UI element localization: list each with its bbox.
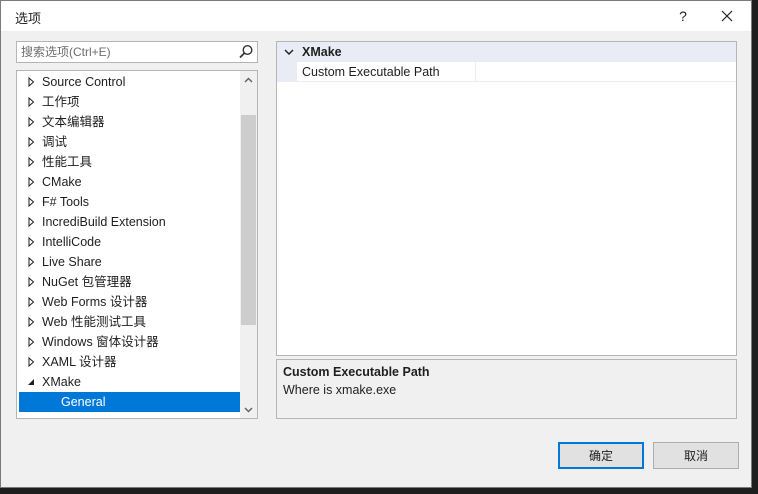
collapsed-arrow-icon[interactable] (26, 292, 36, 312)
search-input[interactable] (17, 42, 227, 62)
collapsed-arrow-icon[interactable] (26, 72, 36, 92)
close-icon (721, 10, 733, 22)
tree-item-label: XAML 设计器 (42, 355, 117, 369)
help-button[interactable]: ? (663, 1, 703, 31)
search-icon[interactable] (237, 43, 255, 61)
category-label: XMake (302, 45, 342, 59)
collapsed-arrow-icon[interactable] (26, 92, 36, 112)
tree-item-label: Windows 窗体设计器 (42, 335, 159, 349)
tree-item[interactable]: Source Control (17, 72, 240, 92)
collapsed-arrow-icon[interactable] (26, 112, 36, 132)
collapsed-arrow-icon[interactable] (26, 152, 36, 172)
tree-item-label: 性能工具 (42, 155, 93, 169)
title-bar: 选项 ? (1, 1, 751, 31)
scroll-up-button[interactable] (240, 71, 257, 88)
tree-item[interactable]: Live Share (17, 252, 240, 272)
description-panel: Custom Executable Path Where is xmake.ex… (276, 359, 737, 419)
collapsed-arrow-icon[interactable] (26, 312, 36, 332)
collapsed-arrow-icon[interactable] (26, 132, 36, 152)
close-button[interactable] (707, 1, 747, 31)
collapsed-arrow-icon[interactable] (26, 192, 36, 212)
collapsed-arrow-icon[interactable] (26, 352, 36, 372)
tree-item-label: IncrediBuild Extension (42, 215, 166, 229)
tree-item-label: IntelliCode (42, 235, 102, 249)
collapsed-arrow-icon[interactable] (26, 332, 36, 352)
property-name[interactable]: Custom Executable Path (297, 62, 475, 82)
tree-item[interactable]: IncrediBuild Extension (17, 212, 240, 232)
description-text: Where is xmake.exe (283, 383, 397, 397)
tree-item-label: Web 性能测试工具 (42, 315, 146, 329)
tree-item[interactable]: XAML 设计器 (17, 352, 240, 372)
tree-item-label: Source Control (42, 75, 126, 89)
tree-item-label: 调试 (42, 135, 68, 149)
scroll-down-button[interactable] (240, 401, 257, 418)
tree-item[interactable]: XMake (17, 372, 240, 392)
scroll-thumb[interactable] (241, 115, 256, 325)
tree-item[interactable]: 调试 (17, 132, 240, 152)
tree-item-label: F# Tools (42, 195, 90, 209)
expanded-arrow-icon[interactable] (26, 372, 36, 392)
tree-item-label: Live Share (42, 255, 102, 269)
tree-scrollbar[interactable] (240, 71, 257, 418)
tree-item-label: NuGet 包管理器 (42, 275, 132, 289)
collapsed-arrow-icon[interactable] (26, 272, 36, 292)
help-icon: ? (679, 8, 687, 24)
tree-item-label: 工作项 (42, 95, 80, 109)
tree-item[interactable]: Windows 窗体设计器 (17, 332, 240, 352)
chevron-up-icon (244, 77, 253, 82)
cancel-button[interactable]: 取消 (653, 442, 739, 469)
tree-item[interactable]: 性能工具 (17, 152, 240, 172)
search-box (16, 41, 258, 63)
collapsed-arrow-icon[interactable] (26, 232, 36, 252)
tree-item[interactable]: NuGet 包管理器 (17, 272, 240, 292)
collapsed-arrow-icon[interactable] (26, 172, 36, 192)
property-category[interactable]: XMake (277, 42, 736, 62)
row-gutter (277, 62, 297, 82)
property-grid: XMake Custom Executable Path (276, 41, 737, 356)
tree-item[interactable]: Web 性能测试工具 (17, 312, 240, 332)
tree-item-label: XMake (42, 375, 81, 389)
description-title: Custom Executable Path (283, 365, 430, 379)
chevron-down-icon[interactable] (283, 44, 295, 60)
collapsed-arrow-icon[interactable] (26, 252, 36, 272)
property-row[interactable]: Custom Executable Path (277, 62, 736, 82)
collapsed-arrow-icon[interactable] (26, 212, 36, 232)
tree-item-label: 文本编辑器 (42, 115, 105, 129)
tree-item[interactable]: F# Tools (17, 192, 240, 212)
tree-item[interactable]: 文本编辑器 (17, 112, 240, 132)
tree-item[interactable]: 工作项 (17, 92, 240, 112)
chevron-down-icon (244, 407, 253, 412)
options-dialog: 选项 ? General XMake XAML 设计器 Windows 窗体设计器 We… (0, 0, 752, 488)
tree-item-label: General (61, 395, 106, 409)
tree-item[interactable]: Web Forms 设计器 (17, 292, 240, 312)
tree-item[interactable]: CMake (17, 172, 240, 192)
dialog-title: 选项 (15, 11, 42, 26)
options-tree: General XMake XAML 设计器 Windows 窗体设计器 Web 性能测… (16, 70, 258, 419)
tree-item-label: CMake (42, 175, 82, 189)
tree-item-label: Web Forms 设计器 (42, 295, 148, 309)
tree-item[interactable]: IntelliCode (17, 232, 240, 252)
ok-button[interactable]: 确定 (558, 442, 644, 469)
property-value[interactable] (475, 62, 736, 82)
tree-item-selected[interactable]: General (19, 392, 240, 412)
